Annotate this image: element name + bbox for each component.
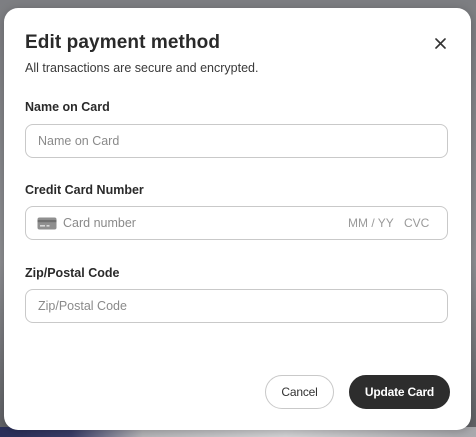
zip-code-label: Zip/Postal Code: [25, 266, 120, 280]
dialog-title: Edit payment method: [25, 32, 221, 53]
zip-code-field: [25, 289, 448, 323]
name-on-card-field: [25, 124, 448, 158]
credit-card-icon: [37, 217, 57, 230]
edit-payment-dialog: Edit payment method All transactions are…: [4, 8, 471, 430]
name-on-card-label: Name on Card: [25, 100, 110, 114]
cvc-placeholder[interactable]: CVC: [404, 207, 429, 239]
zip-code-input[interactable]: [38, 290, 436, 322]
expiry-date-placeholder[interactable]: MM / YY: [348, 207, 394, 239]
card-number-input[interactable]: [63, 207, 303, 239]
close-button[interactable]: [431, 34, 449, 52]
close-icon: [434, 37, 446, 49]
update-card-button[interactable]: Update Card: [349, 375, 450, 409]
dialog-subtitle: All transactions are secure and encrypte…: [25, 61, 259, 75]
name-on-card-input[interactable]: [38, 125, 436, 157]
card-number-label: Credit Card Number: [25, 183, 144, 197]
cancel-button[interactable]: Cancel: [265, 375, 334, 409]
card-number-field: MM / YY CVC: [25, 206, 448, 240]
